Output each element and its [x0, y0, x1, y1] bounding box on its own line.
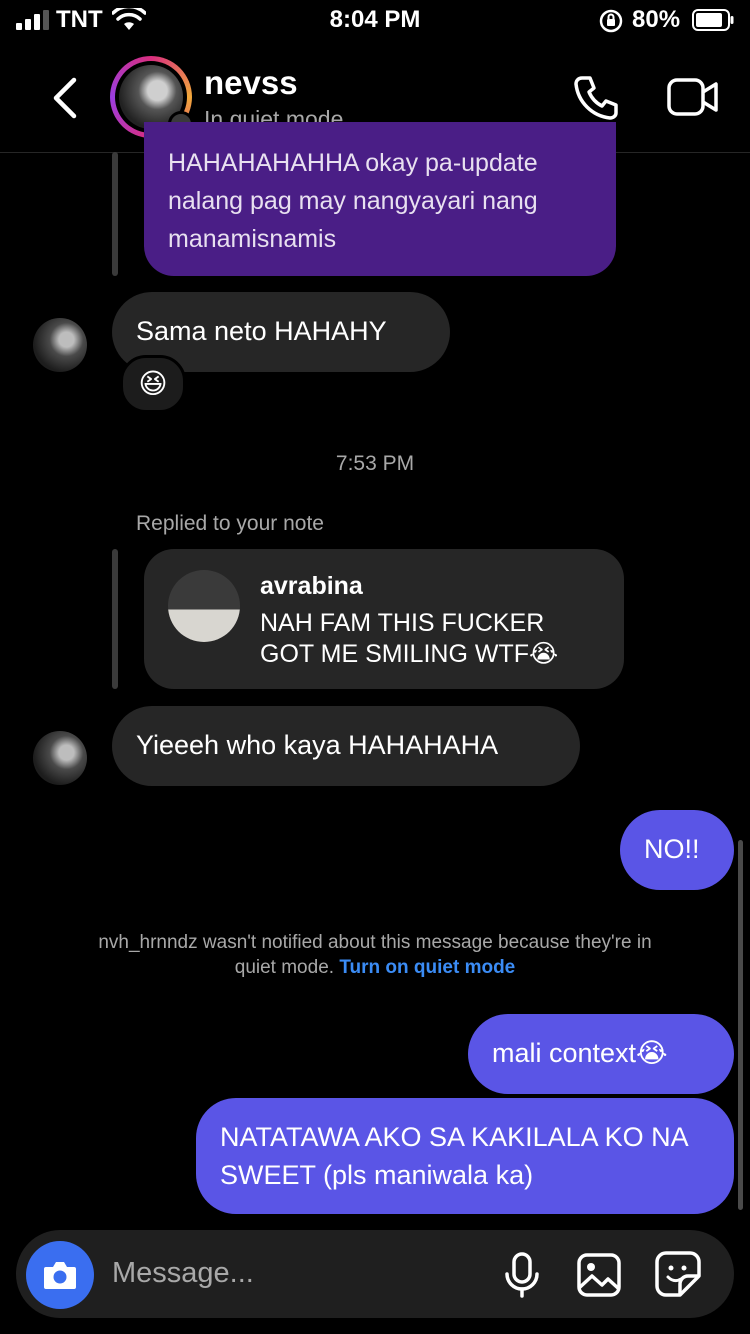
reply-indicator-line [112, 152, 118, 276]
orientation-lock-icon [599, 9, 623, 33]
quiet-mode-notice: nvh_hrnndz wasn't notified about this me… [90, 930, 660, 980]
timestamp: 7:53 PM [335, 452, 415, 475]
gallery-icon[interactable] [576, 1252, 622, 1298]
scrollbar[interactable] [738, 840, 743, 1210]
phone-icon[interactable] [570, 72, 622, 124]
message-text: Sama neto HAHAHY [136, 316, 387, 346]
battery-icon [692, 9, 734, 31]
message-text: NO!! [644, 834, 700, 864]
sent-message-bubble[interactable]: mali context😭 [468, 1014, 734, 1094]
message-text: Yieeeh who kaya HAHAHAHA [136, 730, 499, 760]
message-text: mali context😭 [492, 1038, 668, 1068]
camera-button[interactable] [26, 1241, 94, 1309]
reply-indicator-line [112, 549, 118, 689]
replied-message-bubble[interactable]: HAHAHAHAHHA okay pa-update nalang pag ma… [144, 122, 616, 276]
note-text: NAH FAM THIS FUCKER GOT ME SMILING WTF😭 [260, 609, 559, 668]
sticker-icon[interactable] [654, 1250, 702, 1298]
received-message-bubble[interactable]: Yieeeh who kaya HAHAHAHA [112, 706, 580, 786]
camera-icon [44, 1262, 76, 1289]
sender-avatar[interactable] [33, 318, 87, 372]
note-author-avatar [168, 570, 240, 642]
battery-percent: 80% [632, 6, 681, 33]
message-input[interactable]: Message... [112, 1257, 254, 1290]
microphone-icon[interactable] [500, 1252, 544, 1298]
replied-to-note-label: Replied to your note [136, 512, 324, 535]
sender-avatar[interactable] [33, 731, 87, 785]
video-call-icon[interactable] [666, 74, 720, 120]
turn-on-quiet-mode-link[interactable]: Turn on quiet mode [339, 957, 515, 978]
contact-name[interactable]: nevss [204, 64, 298, 102]
note-author-name: avrabina [260, 572, 363, 600]
back-chevron-icon[interactable] [44, 74, 84, 122]
reaction-emoji[interactable]: 😆 [120, 355, 186, 413]
status-bar: TNT 8:04 PM 80% [0, 0, 750, 44]
message-text: NATATAWA AKO SA KAKILALA KO NA SWEET (pl… [220, 1122, 688, 1190]
sent-message-bubble[interactable]: NO!! [620, 810, 734, 890]
sent-message-bubble[interactable]: NATATAWA AKO SA KAKILALA KO NA SWEET (pl… [196, 1098, 734, 1214]
